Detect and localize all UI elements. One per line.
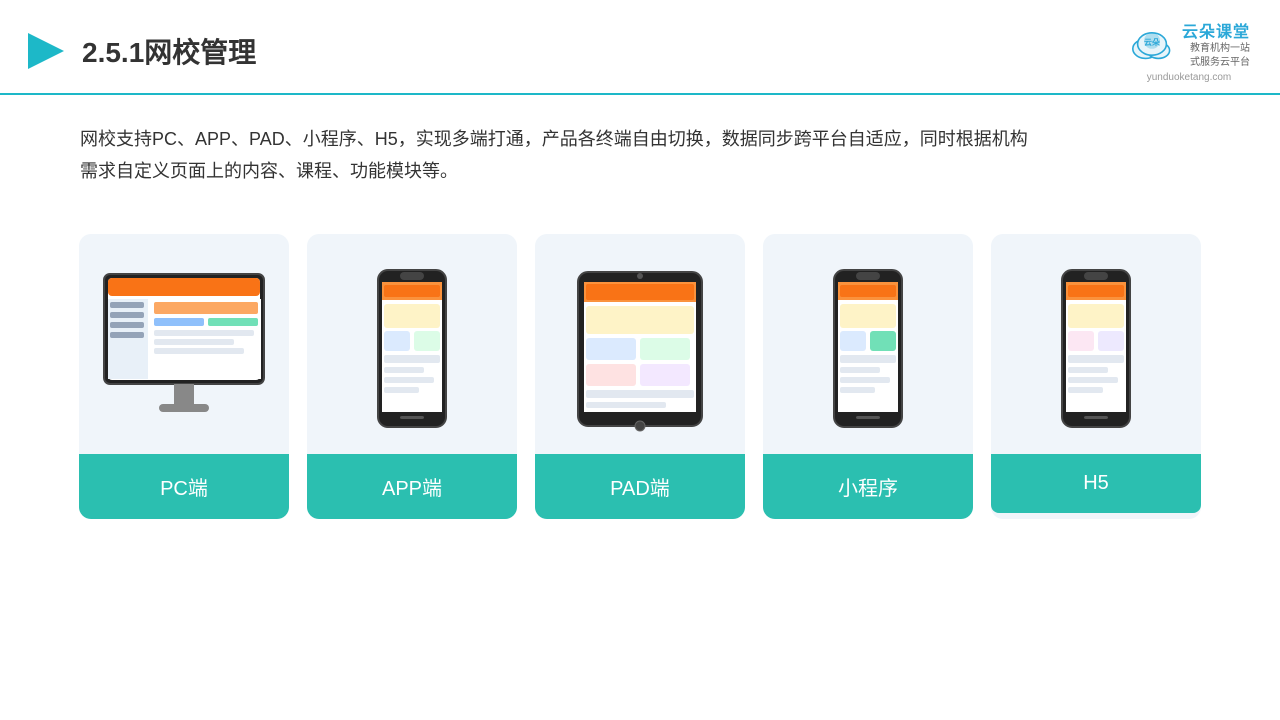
svg-text:云朵: 云朵 [1144, 37, 1160, 47]
logo-icon [20, 27, 68, 75]
header-left: 2.5.1网校管理 [20, 27, 256, 75]
card-h5: H5 [991, 234, 1201, 519]
pc-monitor-icon [94, 264, 274, 434]
brand-area: 云朵 云朵课堂 教育机构一站式服务云平台 yunduoketang.com [1128, 18, 1250, 83]
pad-label: PAD端 [535, 454, 745, 519]
pc-label: PC端 [79, 454, 289, 519]
card-pad: PAD端 [535, 234, 745, 519]
device-cards: PC端 [0, 214, 1280, 539]
h5-label: H5 [991, 454, 1201, 513]
h5-image-area [991, 234, 1201, 454]
brand-tagline: 教育机构一站式服务云平台 [1182, 42, 1250, 70]
card-app: APP端 [307, 234, 517, 519]
brand-logo: 云朵 云朵课堂 教育机构一站式服务云平台 [1128, 18, 1250, 70]
cloud-icon: 云朵 [1128, 26, 1176, 62]
mini-phone-icon [828, 266, 908, 431]
description-text: 网校支持PC、APP、PAD、小程序、H5，实现多端打通，产品各终端自由切换，数… [0, 95, 1280, 204]
app-phone-icon [372, 266, 452, 431]
pad-image-area [535, 234, 745, 454]
app-image-area [307, 234, 517, 454]
header: 2.5.1网校管理 云朵 云朵课堂 教育机构一站式服务云平台 yunduoket… [0, 0, 1280, 95]
card-mini: 小程序 [763, 234, 973, 519]
brand-url: yunduoketang.com [1147, 72, 1232, 83]
h5-phone-icon [1056, 266, 1136, 431]
pad-tablet-icon [570, 264, 710, 434]
page-title: 2.5.1网校管理 [82, 31, 256, 71]
mini-image-area [763, 234, 973, 454]
pc-image-area [79, 234, 289, 454]
mini-label: 小程序 [763, 454, 973, 519]
app-label: APP端 [307, 454, 517, 519]
brand-name: 云朵课堂 [1182, 18, 1250, 42]
card-pc: PC端 [79, 234, 289, 519]
